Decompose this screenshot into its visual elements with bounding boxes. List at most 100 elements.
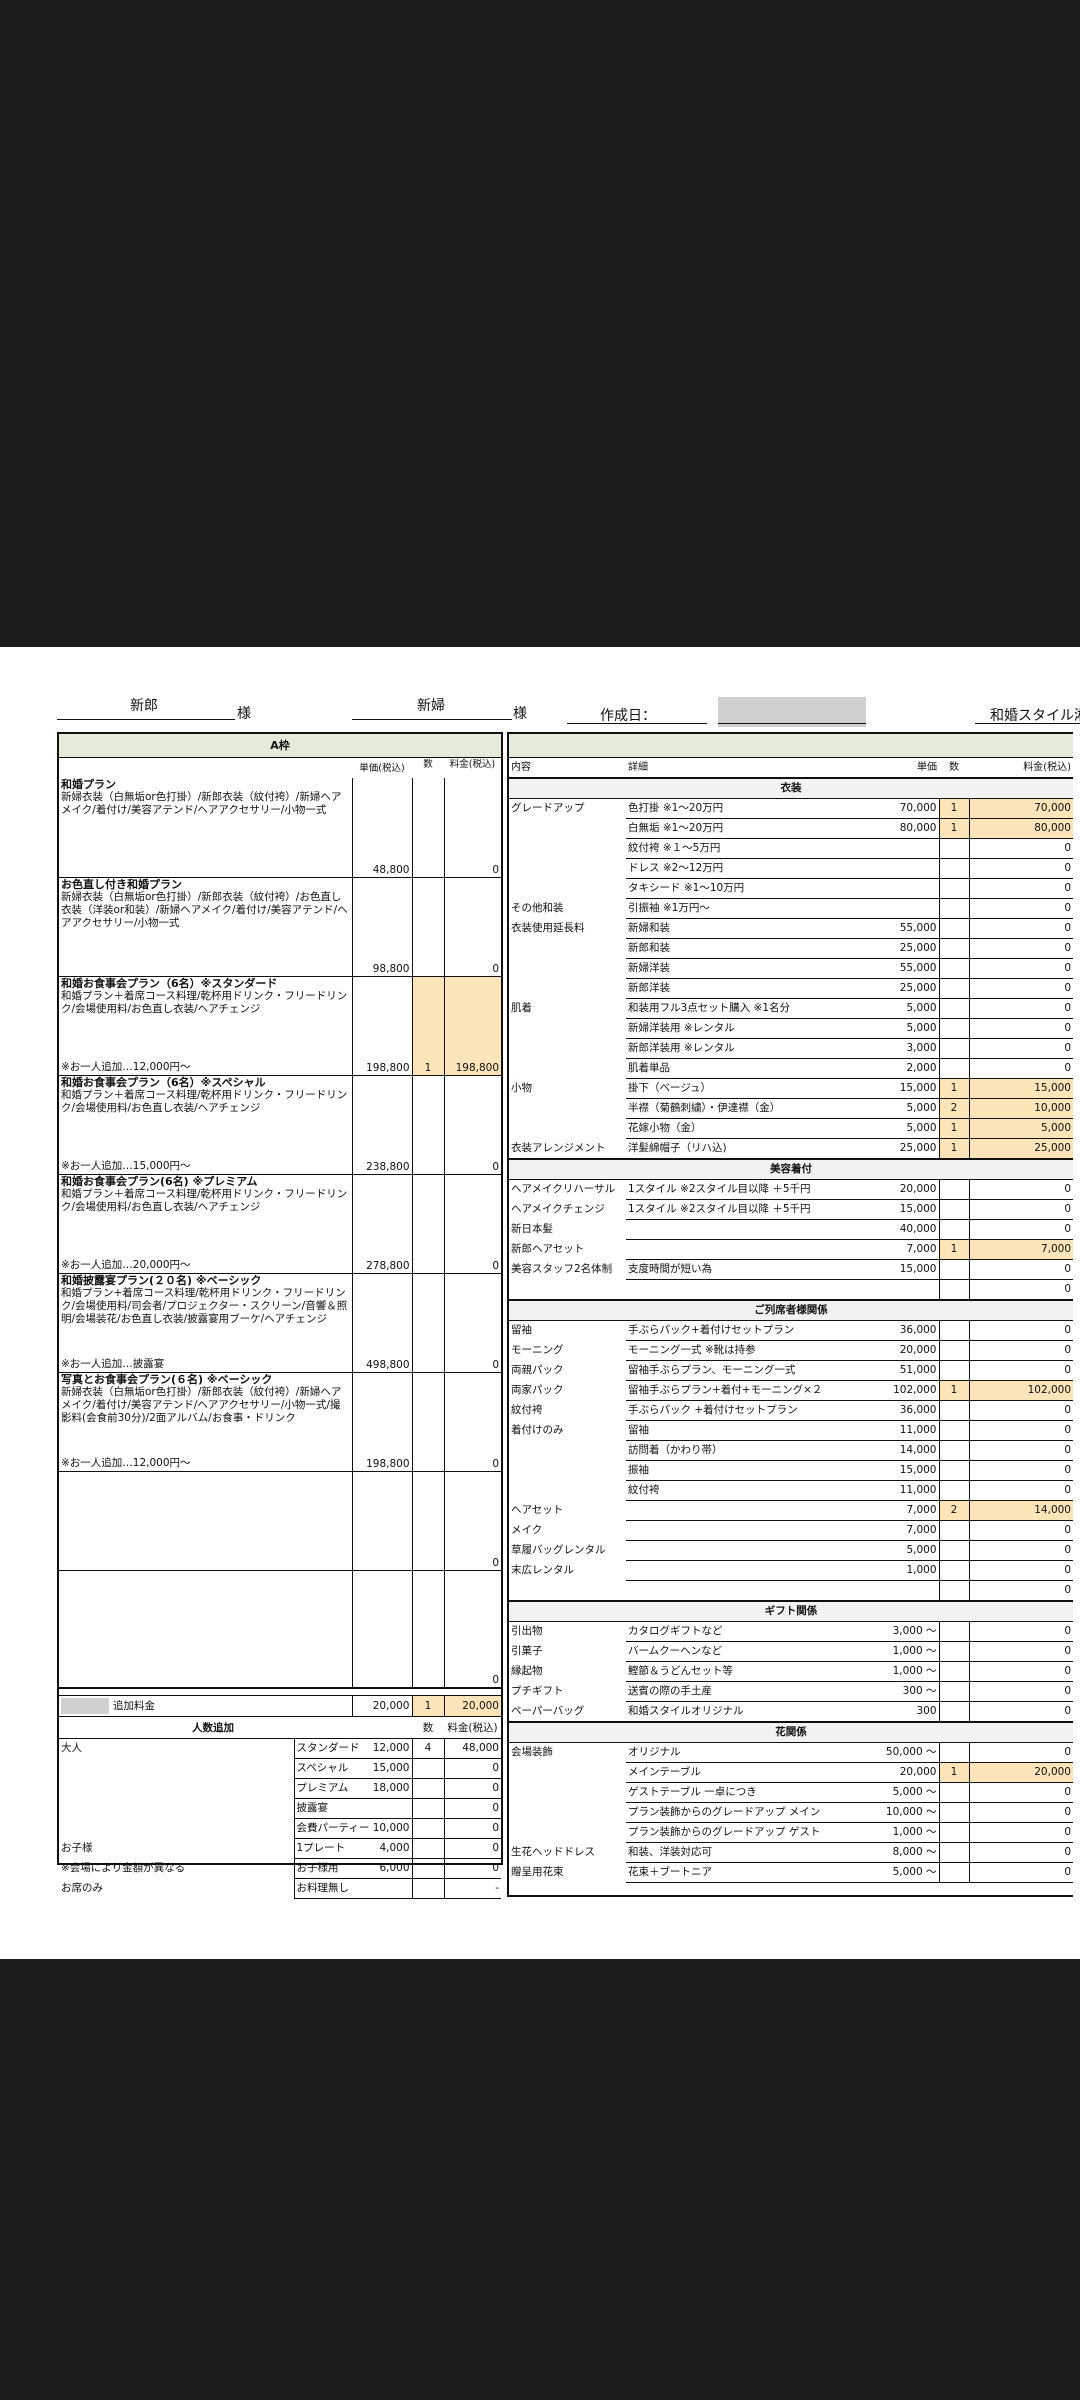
col-fee-header: 料金(税込) — [449, 759, 496, 770]
persons-category: お席のみ — [61, 1881, 103, 1894]
option-unit-price: 7,000 — [829, 1239, 939, 1260]
option-qty[interactable] — [938, 1742, 969, 1763]
option-fee: 0 — [968, 1540, 1073, 1561]
option-qty[interactable]: 1 — [938, 1239, 969, 1260]
option-qty[interactable] — [938, 1400, 969, 1421]
option-qty[interactable] — [938, 1360, 969, 1381]
plan-qty[interactable] — [411, 778, 445, 878]
option-qty[interactable] — [938, 1038, 969, 1059]
option-fee: 15,000 — [968, 1078, 1073, 1099]
option-detail: 新婦洋装 — [626, 958, 829, 979]
extra-fee-qty[interactable]: 1 — [411, 1695, 445, 1717]
option-fee: 10,000 — [968, 1098, 1073, 1119]
option-row: 紋付袴 ※１～5万円 0 — [509, 838, 1073, 859]
section-header: 衣装 — [509, 777, 1073, 799]
option-qty[interactable] — [938, 1480, 969, 1501]
persons-qty[interactable] — [411, 1858, 445, 1879]
persons-qty[interactable] — [411, 1758, 445, 1779]
option-qty[interactable]: 1 — [938, 1078, 969, 1099]
plan-unit-price — [351, 1471, 413, 1571]
option-qty[interactable] — [938, 1340, 969, 1361]
plan-qty[interactable] — [411, 1570, 445, 1688]
option-qty[interactable] — [938, 1279, 969, 1301]
section-title: 花関係 — [509, 1721, 1073, 1743]
option-qty[interactable] — [938, 958, 969, 979]
persons-qty[interactable] — [411, 1778, 445, 1799]
option-qty[interactable] — [938, 1199, 969, 1220]
plan-qty[interactable] — [411, 1372, 445, 1472]
option-qty[interactable] — [938, 1560, 969, 1581]
option-qty[interactable] — [938, 858, 969, 879]
option-row: メイク 7,000 0 — [509, 1520, 1073, 1541]
option-qty[interactable]: 2 — [938, 1500, 969, 1521]
option-qty[interactable] — [938, 1320, 969, 1341]
option-qty[interactable] — [938, 1621, 969, 1642]
option-qty[interactable] — [938, 1058, 969, 1079]
option-qty[interactable] — [938, 1018, 969, 1039]
option-qty[interactable] — [938, 1782, 969, 1803]
option-qty[interactable] — [938, 978, 969, 999]
option-qty[interactable] — [938, 1862, 969, 1883]
persons-qty[interactable] — [411, 1798, 445, 1819]
option-unit-price: 15,000 — [829, 1259, 939, 1280]
persons-qty[interactable] — [411, 1818, 445, 1839]
option-qty[interactable]: 1 — [938, 1762, 969, 1783]
option-unit-price: 14,000 — [829, 1440, 939, 1461]
plan-qty[interactable] — [411, 1273, 445, 1373]
option-content — [509, 1783, 626, 1803]
option-content — [509, 1119, 626, 1139]
persons-qty[interactable] — [411, 1838, 445, 1859]
plan-fee: 0 — [443, 778, 501, 878]
option-qty[interactable]: 1 — [938, 1380, 969, 1401]
option-qty[interactable] — [938, 1681, 969, 1702]
option-qty[interactable] — [938, 1540, 969, 1561]
option-qty[interactable]: 2 — [938, 1098, 969, 1119]
option-qty[interactable] — [938, 1580, 969, 1602]
option-unit-price: 55,000 — [829, 918, 939, 939]
option-qty[interactable] — [938, 1842, 969, 1863]
option-qty[interactable] — [938, 1420, 969, 1441]
option-qty[interactable] — [938, 1219, 969, 1240]
option-qty[interactable] — [938, 1641, 969, 1662]
option-qty[interactable]: 1 — [938, 798, 969, 819]
option-detail: 手ぶらパック +着付けセットプラン — [626, 1400, 829, 1421]
option-row: 衣装アレンジメント 洋髪綿帽子（リハ込) 25,000 1 25,000 — [509, 1138, 1073, 1160]
option-row: モーニング モーニング一式 ※靴は持参 20,000 0 — [509, 1340, 1073, 1361]
option-content: 新郎ヘアセット — [511, 1243, 585, 1255]
option-qty[interactable] — [938, 1460, 969, 1481]
option-qty[interactable]: 1 — [938, 1138, 969, 1160]
persons-type: 会費パーティー — [293, 1818, 369, 1839]
option-qty[interactable] — [938, 1259, 969, 1280]
option-content: 小物 — [511, 1082, 532, 1094]
option-detail: 鰹節＆うどんセット等 — [626, 1661, 829, 1682]
persons-qty[interactable] — [411, 1878, 445, 1899]
persons-qty[interactable]: 4 — [411, 1738, 445, 1759]
option-qty[interactable] — [938, 1520, 969, 1541]
option-qty[interactable] — [938, 1661, 969, 1682]
option-qty[interactable] — [938, 918, 969, 939]
option-qty[interactable] — [938, 998, 969, 1019]
option-qty[interactable] — [938, 1701, 969, 1723]
option-qty[interactable] — [938, 898, 969, 919]
option-unit-price: 80,000 — [829, 818, 939, 839]
option-row: ペーパーバッグ 和婚スタイルオリジナル 300 0 — [509, 1701, 1073, 1723]
persons-type: お料理無し — [293, 1878, 367, 1899]
option-qty[interactable] — [938, 1822, 969, 1843]
plan-qty[interactable] — [411, 1471, 445, 1571]
plan-qty[interactable] — [411, 1174, 445, 1274]
option-unit-price — [829, 838, 939, 859]
option-qty[interactable] — [938, 878, 969, 899]
option-row: 新郎ヘアセット 7,000 1 7,000 — [509, 1239, 1073, 1260]
option-qty[interactable]: 1 — [938, 1118, 969, 1139]
option-qty[interactable] — [938, 1179, 969, 1200]
option-qty[interactable] — [938, 1440, 969, 1461]
plan-qty[interactable] — [411, 877, 445, 977]
option-detail: 手ぶらパック+着付けセットプラン — [626, 1320, 829, 1341]
option-qty[interactable] — [938, 1802, 969, 1823]
plan-qty[interactable] — [411, 1075, 445, 1175]
option-content — [509, 879, 626, 899]
plan-qty[interactable]: 1 — [411, 976, 445, 1076]
option-qty[interactable]: 1 — [938, 818, 969, 839]
option-qty[interactable] — [938, 938, 969, 959]
option-qty[interactable] — [938, 838, 969, 859]
